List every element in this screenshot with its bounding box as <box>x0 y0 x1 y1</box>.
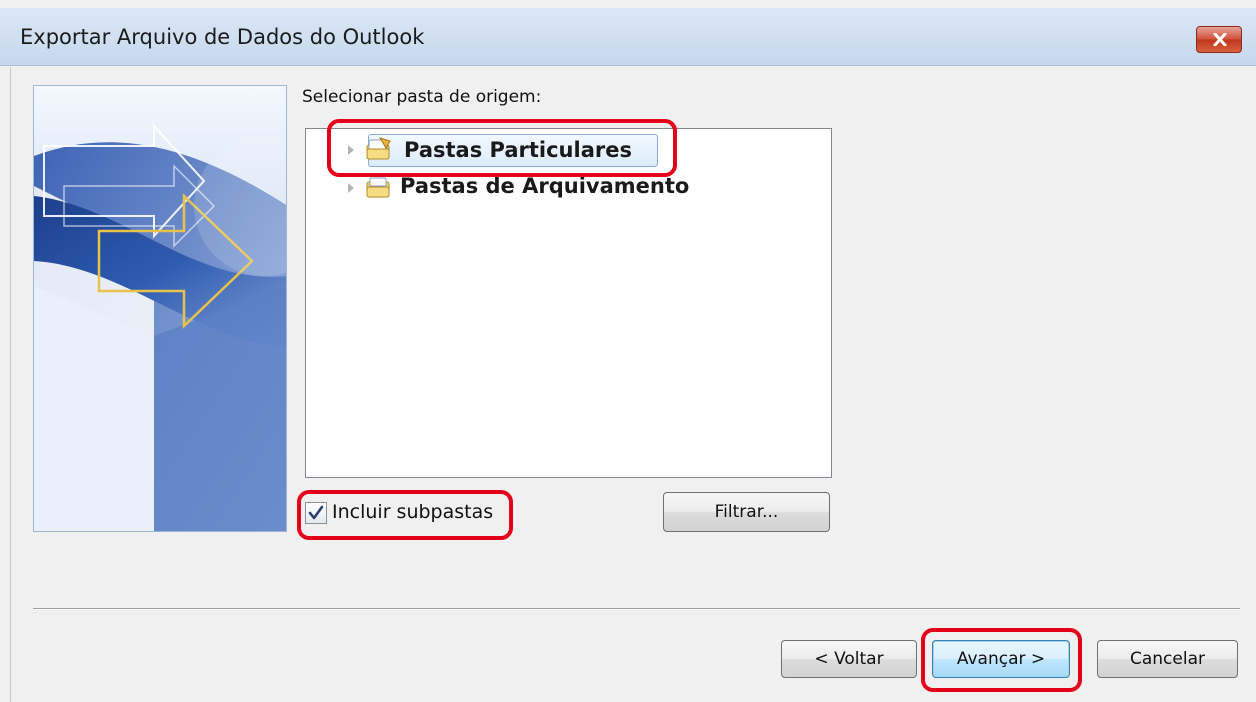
highlight-next-button <box>921 628 1082 692</box>
close-button[interactable] <box>1196 26 1242 53</box>
archive-folders-icon <box>366 177 390 198</box>
filter-button[interactable]: Filtrar... <box>663 492 830 532</box>
wizard-arrows-icon <box>34 86 286 531</box>
close-icon <box>1213 33 1227 46</box>
highlight-include-subfolders <box>297 490 513 540</box>
cancel-button[interactable]: Cancelar <box>1097 640 1238 678</box>
footer-separator <box>33 608 1240 610</box>
window-title: Exportar Arquivo de Dados do Outlook <box>20 25 425 49</box>
back-button[interactable]: < Voltar <box>781 640 917 678</box>
title-bar[interactable]: Exportar Arquivo de Dados do Outlook <box>0 8 1256 66</box>
highlight-selected-folder <box>327 119 677 177</box>
expand-arrow-icon[interactable] <box>348 183 354 193</box>
source-folder-label: Selecionar pasta de origem: <box>302 87 542 107</box>
tree-item-label: Pastas de Arquivamento <box>400 174 690 198</box>
wizard-illustration <box>33 85 287 532</box>
export-dialog: Exportar Arquivo de Dados do Outlook Sel… <box>0 0 1256 702</box>
